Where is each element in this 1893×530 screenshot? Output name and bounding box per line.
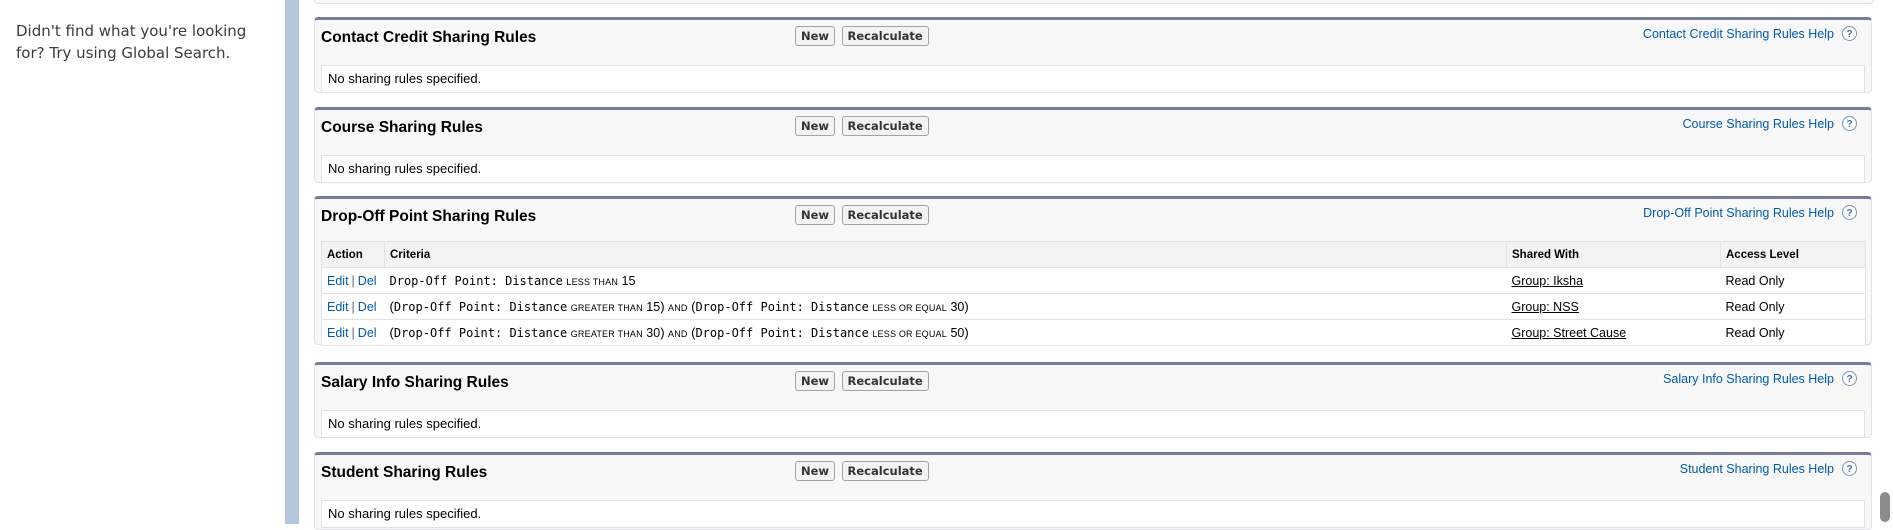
table-row: Edit | Del (Drop-Off Point: Distance GREAT…: [321, 319, 1866, 346]
shared-with-cell: Group: Street Cause: [1506, 319, 1721, 346]
column-header-access-level: Access Level: [1720, 241, 1866, 268]
shared-with-cell: Group: Iksha: [1506, 267, 1721, 294]
group-link[interactable]: Group: Iksha: [1512, 274, 1584, 288]
help-link[interactable]: Course Sharing Rules Help: [1683, 117, 1834, 131]
criteria-value: 50: [950, 326, 965, 340]
criteria-value: 30: [646, 326, 661, 340]
delete-link[interactable]: Del: [358, 300, 377, 314]
section-title: Contact Credit Sharing Rules: [321, 29, 537, 46]
column-header-action: Action: [321, 241, 385, 268]
group-link[interactable]: Group: NSS: [1512, 300, 1579, 314]
recalculate-button[interactable]: Recalculate: [841, 116, 929, 136]
help-link[interactable]: Salary Info Sharing Rules Help: [1663, 372, 1834, 386]
recalculate-button[interactable]: Recalculate: [841, 26, 929, 46]
help-question-icon[interactable]: ?: [1842, 461, 1857, 476]
criteria-operator: LESS OR EQUAL: [872, 329, 947, 339]
action-cell: Edit | Del: [321, 319, 385, 346]
action-cell: Edit | Del: [321, 267, 385, 294]
access-level-cell: Read Only: [1720, 267, 1866, 294]
section-title: Drop-Off Point Sharing Rules: [321, 208, 537, 225]
help-link-group: Drop-Off Point Sharing Rules Help ?: [1643, 205, 1857, 220]
separator: |: [351, 273, 355, 288]
criteria-conjunction: AND: [668, 303, 688, 313]
section-title: Student Sharing Rules: [321, 464, 488, 481]
no-rules-message: No sharing rules specified.: [321, 410, 1865, 438]
criteria-cell: (Drop-Off Point: Distance GREATER THAN 3…: [384, 319, 1507, 346]
criteria-cell: Drop-Off Point: Distance LESS THAN 15: [384, 267, 1507, 294]
recalculate-button[interactable]: Recalculate: [841, 461, 929, 481]
section-title: Salary Info Sharing Rules: [321, 374, 509, 391]
help-link-group: Course Sharing Rules Help ?: [1683, 116, 1857, 131]
help-question-icon[interactable]: ?: [1842, 205, 1857, 220]
contact-credit-sharing-section: Contact Credit Sharing Rules New Recalcu…: [314, 17, 1872, 93]
new-button[interactable]: New: [795, 116, 836, 136]
student-sharing-section: Student Sharing Rules New Recalculate St…: [314, 452, 1872, 530]
column-header-shared-with: Shared With: [1506, 241, 1721, 268]
new-button[interactable]: New: [795, 371, 836, 391]
left-sidebar: Didn't find what you're looking for? Try…: [0, 0, 285, 524]
help-link-group: Student Sharing Rules Help ?: [1680, 461, 1857, 476]
delete-link[interactable]: Del: [358, 274, 377, 288]
criteria-field: Drop-Off Point: Distance: [695, 300, 869, 314]
sharing-rules-content: Contact Credit Sharing Rules New Recalcu…: [299, 0, 1874, 530]
help-question-icon[interactable]: ?: [1842, 26, 1857, 41]
no-rules-message: No sharing rules specified.: [321, 155, 1865, 183]
sharing-rules-table: Action Criteria Shared With Access Level…: [321, 241, 1866, 346]
table-header-row: Action Criteria Shared With Access Level: [321, 241, 1866, 268]
edit-link[interactable]: Edit: [327, 300, 349, 314]
criteria-field: Drop-Off Point: Distance: [393, 326, 568, 340]
new-button[interactable]: New: [795, 26, 836, 46]
action-cell: Edit | Del: [321, 293, 385, 320]
criteria-operator: GREATER THAN: [570, 303, 643, 313]
table-row: Edit | Del Drop-Off Point: Distance LESS T…: [321, 267, 1866, 294]
help-link[interactable]: Student Sharing Rules Help: [1680, 462, 1834, 476]
criteria-operator: LESS THAN: [566, 276, 619, 287]
new-button[interactable]: New: [795, 461, 836, 481]
shared-with-cell: Group: NSS: [1506, 293, 1721, 320]
separator: |: [351, 299, 355, 314]
criteria-operator: GREATER THAN: [570, 329, 643, 339]
recalculate-button[interactable]: Recalculate: [841, 205, 929, 225]
new-button[interactable]: New: [795, 205, 836, 225]
help-link[interactable]: Contact Credit Sharing Rules Help: [1643, 27, 1834, 41]
criteria-field: Drop-Off Point: Distance: [393, 300, 568, 314]
help-link[interactable]: Drop-Off Point Sharing Rules Help: [1643, 206, 1834, 220]
help-question-icon[interactable]: ?: [1842, 371, 1857, 386]
group-link[interactable]: Group: Street Cause: [1512, 326, 1627, 340]
help-question-icon[interactable]: ?: [1842, 116, 1857, 131]
criteria-value: 30: [950, 300, 965, 314]
section-title: Course Sharing Rules: [321, 119, 483, 136]
help-link-group: Contact Credit Sharing Rules Help ?: [1643, 26, 1857, 41]
no-rules-message: No sharing rules specified.: [321, 65, 1865, 93]
drop-off-point-sharing-section: Drop-Off Point Sharing Rules New Recalcu…: [314, 196, 1872, 346]
edit-link[interactable]: Edit: [327, 274, 349, 288]
section-buttons: New Recalculate: [795, 461, 931, 481]
criteria-cell: (Drop-Off Point: Distance GREATER THAN 1…: [384, 293, 1507, 320]
access-level-cell: Read Only: [1720, 293, 1866, 320]
section-buttons: New Recalculate: [795, 26, 931, 46]
criteria-value: 15: [646, 300, 661, 314]
criteria-field: Drop-Off Point: Distance: [389, 273, 563, 288]
criteria-value: 15: [621, 273, 636, 288]
global-search-hint: Didn't find what you're looking for? Try…: [16, 22, 247, 62]
salary-info-sharing-section: Salary Info Sharing Rules New Recalculat…: [314, 362, 1872, 438]
delete-link[interactable]: Del: [358, 326, 377, 340]
course-sharing-section: Course Sharing Rules New Recalculate Cou…: [314, 107, 1872, 183]
separator: |: [351, 325, 355, 340]
edit-link[interactable]: Edit: [327, 326, 349, 340]
sidebar-collapse-rail[interactable]: [285, 0, 299, 524]
scrollbar-thumb[interactable]: [1880, 492, 1890, 522]
section-buttons: New Recalculate: [795, 205, 931, 225]
criteria-field: Drop-Off Point: Distance: [695, 326, 869, 340]
column-header-criteria: Criteria: [384, 241, 1507, 268]
section-buttons: New Recalculate: [795, 371, 931, 391]
table-row: Edit | Del (Drop-Off Point: Distance GREAT…: [321, 293, 1866, 320]
access-level-cell: Read Only: [1720, 319, 1866, 346]
previous-section-bottom: [314, 0, 1874, 4]
recalculate-button[interactable]: Recalculate: [841, 371, 929, 391]
help-link-group: Salary Info Sharing Rules Help ?: [1663, 371, 1857, 386]
criteria-operator: LESS OR EQUAL: [872, 303, 947, 313]
section-buttons: New Recalculate: [795, 116, 931, 136]
criteria-conjunction: AND: [668, 329, 688, 339]
